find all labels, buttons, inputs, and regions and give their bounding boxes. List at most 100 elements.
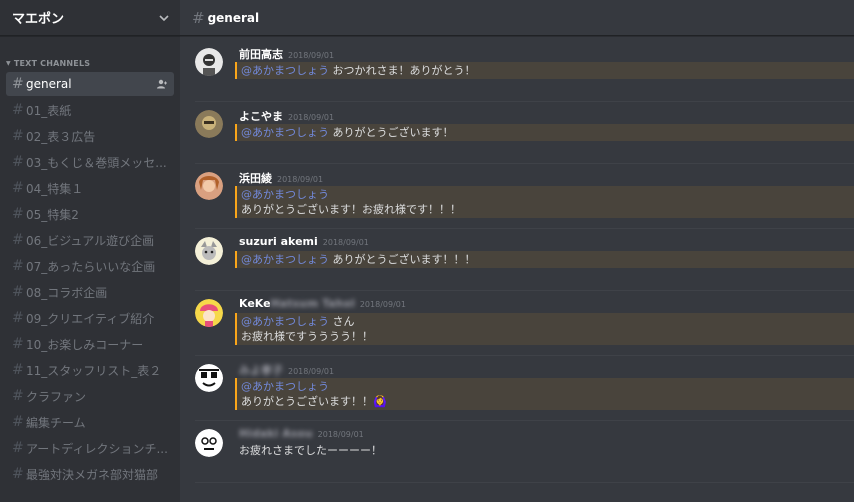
hash-icon: # (12, 232, 24, 248)
hash-icon: # (12, 414, 24, 430)
hash-icon: # (12, 180, 24, 196)
username[interactable]: 前田高志 (239, 46, 283, 62)
server-header[interactable]: マエポン (0, 0, 180, 36)
avatar[interactable] (195, 299, 223, 327)
message: 前田高志 2018/09/01 @あかまつしょう おつかれさま！ありがとう！ (195, 40, 854, 102)
category-text-channels[interactable]: ▼ TEXT CHANNELS (0, 58, 180, 68)
hash-icon: # (12, 284, 24, 300)
message: KeKe Hatsum Tahol 2018/09/01 @あかまつしょう さんお疲… (195, 291, 854, 356)
username[interactable]: KeKe (239, 297, 271, 310)
channel-label: 07_あったらいいな企画 (26, 259, 156, 274)
user-mention[interactable]: @あかまつしょう (241, 253, 329, 266)
channel-item[interactable]: #05_特集2 (6, 202, 174, 226)
user-mention[interactable]: @あかまつしょう (241, 64, 329, 77)
server-name: マエポン (12, 12, 65, 27)
mention-highlight: @あかまつしょう おつかれさま！ありがとう！ (235, 62, 854, 79)
message-text: お疲れ様ですうううう！！ (241, 330, 373, 343)
channel-item[interactable]: #10_お楽しみコーナー (6, 332, 174, 356)
timestamp: 2018/09/01 (288, 113, 335, 122)
channel-label: 編集チーム (26, 415, 86, 430)
username[interactable]: よこやま (239, 108, 283, 124)
message-text: ありがとうございます！ (329, 126, 454, 139)
channel-item[interactable]: # 編集チーム (6, 410, 174, 434)
channel-item[interactable]: #11_スタッフリスト_表２ (6, 358, 174, 382)
channel-list: # general #01_表紙 #02_表３広告 #03_もくじ＆巻頭メッセ.… (0, 71, 180, 488)
blurred-username: みよ孝子 (239, 364, 283, 377)
channel-label: general (26, 77, 72, 91)
message: suzuri akemi 2018/09/01 @あかまつしょう ありがとうござい… (195, 229, 854, 291)
channel-label: 06_ビジュアル遊び企画 (26, 233, 155, 248)
channel-item[interactable]: #06_ビジュアル遊び企画 (6, 228, 174, 252)
channel-label: 09_クリエイティブ紹介 (26, 311, 155, 326)
timestamp: 2018/09/01 (277, 175, 324, 184)
hash-icon: # (12, 362, 24, 378)
user-mention[interactable]: @あかまつしょう (241, 126, 329, 139)
category-label: TEXT CHANNELS (13, 58, 91, 68)
hash-icon: # (12, 76, 24, 92)
hash-icon: # (12, 102, 24, 118)
avatar[interactable] (195, 172, 223, 200)
app-window: マエポン ▼ TEXT CHANNELS # general #01_表紙 #0… (0, 0, 854, 502)
hash-icon: # (12, 154, 24, 170)
hash-icon: # (12, 310, 24, 326)
mention-highlight: @あかまつしょうありがとうございます！お疲れ様です！！！ (235, 186, 854, 218)
channel-item[interactable]: #08_コラボ企画 (6, 280, 174, 304)
channel-item[interactable]: #09_クリエイティブ紹介 (6, 306, 174, 330)
avatar[interactable] (195, 364, 223, 392)
user-mention[interactable]: @あかまつしょう (241, 380, 329, 393)
hash-icon: # (12, 466, 24, 482)
message-list[interactable]: 前田高志 2018/09/01 @あかまつしょう おつかれさま！ありがとう！ よこ… (180, 36, 854, 502)
timestamp: 2018/09/01 (317, 430, 364, 439)
channel-label: 08_コラボ企画 (26, 285, 108, 300)
hash-icon: # (12, 336, 24, 352)
hash-icon: # (12, 440, 24, 456)
user-mention[interactable]: @あかまつしょう (241, 188, 329, 201)
mention-highlight: @あかまつしょう ありがとうございます！ (235, 124, 854, 141)
blurred-username: Hidaki Asou (239, 427, 313, 440)
channel-item[interactable]: # アートディレクションチ... (6, 436, 174, 460)
channel-item[interactable]: #02_表３広告 (6, 124, 174, 148)
channel-item[interactable]: # クラファン (6, 384, 174, 408)
channel-item-general[interactable]: # general (6, 72, 174, 96)
user-mention[interactable]: @あかまつしょう (241, 315, 329, 328)
collapse-arrow-icon: ▼ (6, 59, 11, 67)
channel-label: クラファン (26, 389, 87, 404)
hash-icon: # (192, 8, 205, 27)
avatar[interactable] (195, 48, 223, 76)
avatar[interactable] (195, 429, 223, 457)
message-text: おつかれさま！ありがとう！ (329, 64, 476, 77)
channel-label: 02_表３広告 (26, 129, 96, 144)
channel-label: 最強対決メガネ部対猫部 (26, 467, 159, 482)
channel-item[interactable]: # 最強対決メガネ部対猫部 (6, 462, 174, 486)
username[interactable]: 浜田綾 (239, 170, 272, 186)
message-text: ありがとうございます！お疲れ様です！！！ (241, 203, 461, 216)
person-gesturing-ok-icon: 🙆‍♀️ (373, 395, 387, 408)
username[interactable]: suzuri akemi (239, 235, 318, 248)
channel-item[interactable]: #03_もくじ＆巻頭メッセ... (6, 150, 174, 174)
hash-icon: # (12, 128, 24, 144)
message: よこやま 2018/09/01 @あかまつしょう ありがとうございます！ (195, 102, 854, 164)
channel-item[interactable]: #04_特集１ (6, 176, 174, 200)
channel-item[interactable]: #01_表紙 (6, 98, 174, 122)
message-text: ありがとうございます！！ (241, 395, 373, 408)
channel-label: 01_表紙 (26, 103, 72, 118)
avatar[interactable] (195, 110, 223, 138)
message: みよ孝子 2018/09/01 @あかまつしょう ありがとうございます！！🙆‍♀️ (195, 356, 854, 421)
channel-label: 05_特集2 (26, 207, 79, 222)
mention-highlight: @あかまつしょう ありがとうございます！！！ (235, 251, 854, 268)
channel-label: 11_スタッフリスト_表２ (26, 363, 162, 378)
timestamp: 2018/09/01 (288, 51, 335, 60)
channel-label: アートディレクションチ... (26, 441, 168, 456)
message-text: さん (329, 315, 355, 328)
mention-highlight: @あかまつしょうありがとうございます！！🙆‍♀️ (235, 378, 854, 410)
blurred-username-suffix: Hatsum Tahol (270, 297, 355, 310)
channel-header: # general (180, 0, 854, 36)
channel-label: 10_お楽しみコーナー (26, 337, 144, 352)
timestamp: 2018/09/01 (359, 300, 406, 309)
avatar[interactable] (195, 237, 223, 265)
message: Hidaki Asou 2018/09/01 お疲れさまでしたーーーー！ (195, 421, 854, 483)
chevron-down-icon[interactable] (158, 12, 170, 24)
message-text: お疲れさまでしたーーーー！ (239, 444, 382, 457)
add-user-icon[interactable] (156, 78, 168, 90)
channel-item[interactable]: #07_あったらいいな企画 (6, 254, 174, 278)
